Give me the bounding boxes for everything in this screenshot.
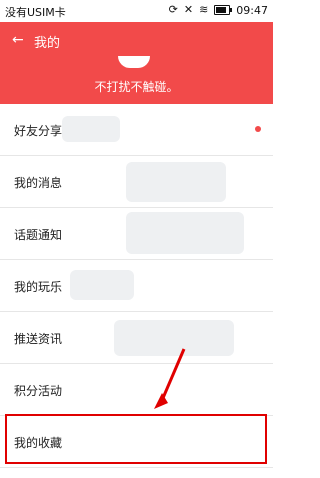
menu-item-my-fun[interactable]: 我的玩乐 <box>0 260 273 312</box>
user-signature: 不打扰不触碰。 <box>94 80 179 94</box>
battery-icon <box>214 5 233 15</box>
profile-header: ← 我的 不打扰不触碰。 <box>0 22 273 104</box>
status-bar: 没有USIM卡 ⟳ ✕ ≋ 09:47 <box>0 0 273 22</box>
menu-item-label: 话题通知 <box>14 228 63 242</box>
menu-item-points-activity[interactable]: 积分活动 <box>0 364 273 416</box>
menu-item-label: 积分活动 <box>14 384 63 398</box>
arrow-left-icon[interactable]: ← <box>12 32 24 48</box>
page-title: 我的 <box>34 36 61 51</box>
carrier-text: 没有USIM卡 <box>5 6 66 19</box>
menu-item-messages[interactable]: 我的消息 <box>0 156 273 208</box>
pointer-arrow-icon <box>154 348 186 409</box>
menu-item-label: 推送资讯 <box>14 332 63 346</box>
menu-item-label: 我的玩乐 <box>14 280 63 294</box>
menu-item-label: 我的消息 <box>14 176 63 190</box>
favorites-highlight-box <box>5 414 267 464</box>
menu-item-label: 好友分享 <box>14 124 63 138</box>
blurred-content <box>126 162 226 202</box>
menu-item-friend-share[interactable]: 好友分享 <box>0 104 273 156</box>
wifi-icon: ≋ <box>199 3 209 16</box>
menu-item-topic-notices[interactable]: 话题通知 <box>0 208 273 260</box>
notification-dot <box>255 126 261 132</box>
blurred-content <box>62 116 120 142</box>
blurred-content <box>126 212 244 254</box>
status-icons: ⟳ ✕ ≋ 09:47 <box>169 3 268 17</box>
sync-icon: ⟳ <box>168 3 178 16</box>
avatar[interactable] <box>118 56 150 68</box>
menu-item-push-news[interactable]: 推送资讯 <box>0 312 273 364</box>
blurred-content <box>70 270 134 300</box>
mute-icon: ✕ <box>183 3 194 16</box>
status-time: 09:47 <box>236 3 268 17</box>
